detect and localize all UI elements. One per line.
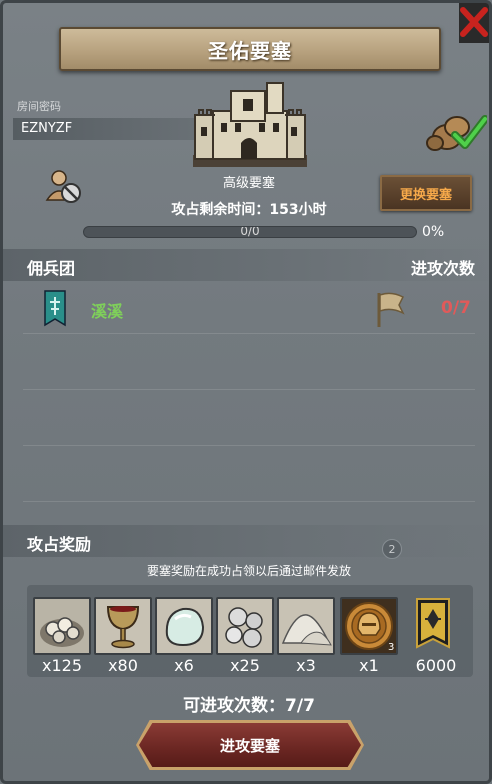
available-attacks: 可进攻次数：7/7 (183, 696, 315, 716)
reward-item-guild-banner[interactable] (407, 597, 459, 655)
reward-section-header: 攻占奖励 (3, 525, 489, 557)
powder-pile-icon (279, 599, 333, 653)
room-code-label: 房间密码 (17, 100, 61, 113)
reward-qty: 6000 (415, 656, 457, 675)
close-x-icon (460, 7, 488, 37)
ore-pile-icon (35, 599, 89, 653)
guild-banner-icon (44, 290, 66, 327)
helmet-medal-icon: 3 (342, 599, 396, 653)
close-button[interactable] (459, 3, 489, 43)
time-remaining: 攻占剩余时间：153小时 (171, 202, 327, 218)
mercenary-section-title: 佣兵团 (27, 259, 76, 278)
reward-item-silver-orbs[interactable] (216, 597, 274, 655)
attack-button-label: 进攻要塞 (219, 736, 280, 755)
goblet-icon (96, 599, 150, 653)
reward-qty: x1 (359, 656, 379, 675)
attack-count-title: 进攻次数 (410, 259, 475, 278)
list-divider (23, 333, 475, 334)
reward-qty: x3 (296, 656, 316, 675)
list-divider (23, 389, 475, 390)
mercenary-attack-count: 0/7 (441, 298, 471, 318)
capture-progress-bar: 0/0 (83, 226, 417, 238)
reward-item-goblet[interactable] (94, 597, 152, 655)
flag-icon (377, 292, 405, 327)
title-banner: 圣佑要塞 (59, 27, 441, 71)
mercenary-name: 溪溪 (91, 302, 124, 321)
gem-stone-icon (157, 599, 211, 653)
reward-item-powder[interactable] (277, 597, 335, 655)
capture-progress-text: 0/0 (240, 226, 260, 238)
reward-section-title: 攻占奖励 (27, 535, 92, 554)
castle-icon (193, 82, 307, 167)
list-divider (23, 501, 475, 502)
page-title: 圣佑要塞 (208, 38, 292, 63)
list-divider (23, 445, 475, 446)
list-item[interactable]: 溪溪 0/7 (3, 287, 489, 331)
reward-item-ore[interactable] (33, 597, 91, 655)
silver-orbs-icon (218, 599, 272, 653)
room-code-value: EZNYZF (13, 118, 203, 140)
loot-bag-check-icon[interactable] (425, 111, 487, 151)
guild-banner-icon (416, 598, 450, 649)
svg-text:3: 3 (388, 642, 394, 653)
reward-qty: x25 (230, 656, 260, 675)
reward-item-gem[interactable] (155, 597, 213, 655)
fortress-panel: 圣佑要塞 房间密码 EZNYZF 高级要塞 更换要塞 攻占剩余时间：153小时 (0, 0, 492, 784)
reward-qty: x125 (41, 656, 82, 675)
mercenary-section-header: 佣兵团 进攻次数 (3, 249, 489, 281)
reward-item-helmet-medal[interactable]: 3 (340, 597, 398, 655)
reward-qty: x80 (108, 656, 138, 675)
reward-qty: x6 (174, 656, 194, 675)
help-badge[interactable]: 2 (382, 539, 402, 559)
reward-note: 要塞奖励在成功占领以后通过邮件发放 (146, 564, 351, 578)
capture-progress-percent: 0% (422, 224, 445, 240)
attack-fortress-button[interactable]: 进攻要塞 (139, 723, 361, 767)
